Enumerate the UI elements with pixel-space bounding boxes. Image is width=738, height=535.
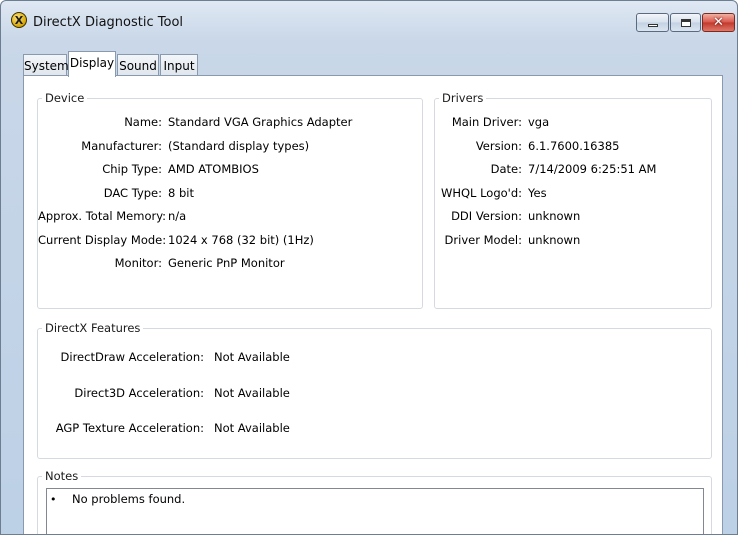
close-button[interactable]: ✕ bbox=[702, 13, 735, 32]
device-monitor-value: Generic PnP Monitor bbox=[168, 256, 285, 270]
feature-row-agp-texture: AGP Texture Acceleration: Not Available bbox=[38, 421, 713, 437]
notes-text-box[interactable]: • No problems found. bbox=[46, 488, 704, 534]
device-row-display-mode: Current Display Mode: 1024 x 768 (32 bit… bbox=[38, 233, 424, 249]
note-bullet: • bbox=[50, 493, 57, 506]
drivers-group-label: Drivers bbox=[439, 91, 487, 105]
feature-row-direct3d: Direct3D Acceleration: Not Available bbox=[38, 386, 713, 402]
device-monitor-label: Monitor: bbox=[114, 256, 162, 270]
device-memory-label: Approx. Total Memory: bbox=[38, 209, 167, 223]
main-driver-label: Main Driver: bbox=[451, 115, 522, 129]
device-manufacturer-label: Manufacturer: bbox=[81, 139, 162, 153]
directx-features-group: DirectX Features DirectDraw Acceleration… bbox=[37, 321, 713, 459]
minimize-icon bbox=[647, 24, 658, 27]
tab-display[interactable]: Display bbox=[68, 51, 116, 77]
directx-window: X DirectX Diagnostic Tool ✕ System Displ… bbox=[0, 0, 738, 535]
device-dac-type-label: DAC Type: bbox=[103, 186, 162, 200]
device-row-chip-type: Chip Type: AMD ATOMBIOS bbox=[38, 162, 424, 178]
device-row-monitor: Monitor: Generic PnP Monitor bbox=[38, 256, 424, 272]
tab-sound[interactable]: Sound bbox=[117, 54, 159, 76]
whql-label: WHQL Logo'd: bbox=[440, 186, 522, 200]
device-row-memory: Approx. Total Memory: n/a bbox=[38, 209, 424, 225]
tab-system[interactable]: System bbox=[23, 54, 69, 76]
note-item: No problems found. bbox=[72, 492, 186, 506]
driver-date-value: 7/14/2009 6:25:51 AM bbox=[528, 162, 657, 176]
drivers-row-version: Version: 6.1.7600.16385 bbox=[435, 139, 713, 155]
device-manufacturer-value: (Standard display types) bbox=[168, 139, 310, 153]
directx-icon[interactable]: X bbox=[11, 12, 27, 28]
drivers-row-whql: WHQL Logo'd: Yes bbox=[435, 186, 713, 202]
feature-row-directdraw: DirectDraw Acceleration: Not Available bbox=[38, 350, 713, 366]
ddi-version-label: DDI Version: bbox=[451, 209, 522, 223]
maximize-button[interactable] bbox=[670, 13, 701, 32]
driver-version-value: 6.1.7600.16385 bbox=[528, 139, 620, 153]
device-group-label: Device bbox=[42, 91, 88, 105]
main-driver-value: vga bbox=[528, 115, 550, 129]
driver-version-label: Version: bbox=[475, 139, 522, 153]
tab-input[interactable]: Input bbox=[160, 54, 198, 76]
direct3d-label: Direct3D Acceleration: bbox=[74, 386, 204, 400]
drivers-row-date: Date: 7/14/2009 6:25:51 AM bbox=[435, 162, 713, 178]
directdraw-label: DirectDraw Acceleration: bbox=[60, 350, 204, 364]
agp-texture-value: Not Available bbox=[214, 421, 290, 435]
device-row-manufacturer: Manufacturer: (Standard display types) bbox=[38, 139, 424, 155]
device-display-mode-label: Current Display Mode: bbox=[38, 233, 167, 247]
driver-model-value: unknown bbox=[528, 233, 581, 247]
notes-label: Notes bbox=[42, 469, 82, 483]
device-chip-type-label: Chip Type: bbox=[102, 162, 162, 176]
device-dac-type-value: 8 bit bbox=[168, 186, 194, 200]
device-name-label: Name: bbox=[124, 115, 162, 129]
display-tab-panel: Device Name: Standard VGA Graphics Adapt… bbox=[23, 75, 723, 534]
device-chip-type-value: AMD ATOMBIOS bbox=[168, 162, 259, 176]
device-name-value: Standard VGA Graphics Adapter bbox=[168, 115, 353, 129]
window-title: DirectX Diagnostic Tool bbox=[33, 15, 184, 30]
agp-texture-label: AGP Texture Acceleration: bbox=[55, 421, 204, 435]
device-row-dac-type: DAC Type: 8 bit bbox=[38, 186, 424, 202]
drivers-group: Drivers Main Driver: vga Version: 6.1.76… bbox=[434, 91, 713, 309]
drivers-row-main-driver: Main Driver: vga bbox=[435, 115, 713, 131]
device-display-mode-value: 1024 x 768 (32 bit) (1Hz) bbox=[168, 233, 314, 247]
title-bar[interactable]: X DirectX Diagnostic Tool ✕ bbox=[1, 1, 737, 41]
direct3d-value: Not Available bbox=[214, 386, 290, 400]
directdraw-value: Not Available bbox=[214, 350, 290, 364]
minimize-button[interactable] bbox=[636, 13, 669, 32]
drivers-row-ddi-version: DDI Version: unknown bbox=[435, 209, 713, 225]
close-icon: ✕ bbox=[713, 15, 724, 30]
directx-features-label: DirectX Features bbox=[42, 321, 144, 335]
device-memory-value: n/a bbox=[168, 209, 187, 223]
device-row-name: Name: Standard VGA Graphics Adapter bbox=[38, 115, 424, 131]
driver-model-label: Driver Model: bbox=[444, 233, 522, 247]
whql-value: Yes bbox=[528, 186, 547, 200]
ddi-version-value: unknown bbox=[528, 209, 581, 223]
driver-date-label: Date: bbox=[490, 162, 522, 176]
device-group: Device Name: Standard VGA Graphics Adapt… bbox=[37, 91, 424, 309]
maximize-icon bbox=[680, 18, 691, 27]
drivers-row-driver-model: Driver Model: unknown bbox=[435, 233, 713, 249]
